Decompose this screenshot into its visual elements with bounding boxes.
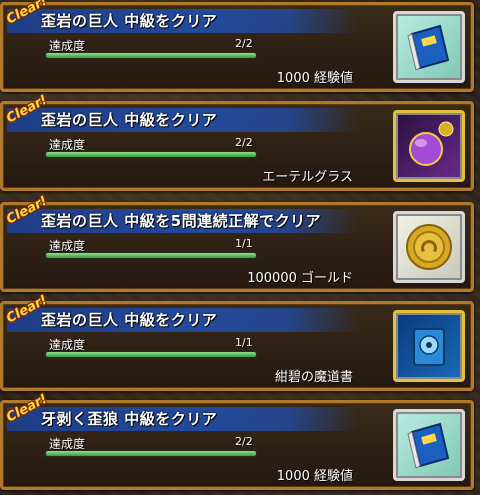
reward-label: 紺碧の魔道書: [274, 370, 353, 385]
progress-count: 2/2: [235, 37, 253, 50]
mission-title: 歪岩の巨人 中級をクリア: [41, 12, 218, 30]
progress-fill: [46, 253, 256, 258]
exp-book-icon[interactable]: [393, 11, 465, 83]
reward-label: 1000 経験値: [276, 71, 353, 86]
reward-label: 1000 経験値: [276, 469, 353, 484]
azure-grimoire-icon[interactable]: [393, 310, 465, 382]
mission-title: 牙剥く歪狼 中級をクリア: [41, 410, 218, 428]
mission-card[interactable]: 歪岩の巨人 中級を5問連続正解でクリア Clear! 達成度 1/1 10000…: [0, 194, 474, 292]
gold-coin-icon[interactable]: [393, 211, 465, 283]
reward-label: エーテルグラス: [262, 170, 353, 185]
reward-label: 100000 ゴールド: [247, 271, 353, 286]
mission-title: 歪岩の巨人 中級をクリア: [41, 111, 218, 129]
progress-bar: [45, 450, 257, 457]
mission-card[interactable]: 歪岩の巨人 中級をクリア Clear! 達成度 1/1 紺碧の魔道書: [0, 293, 474, 391]
exp-book-icon[interactable]: [393, 409, 465, 481]
mission-title: 歪岩の巨人 中級をクリア: [41, 311, 218, 329]
progress-bar: [45, 351, 257, 358]
progress-count: 2/2: [235, 136, 253, 149]
progress-count: 2/2: [235, 435, 253, 448]
mission-card[interactable]: 歪岩の巨人 中級をクリア Clear! 達成度 2/2 エーテルグラス: [0, 93, 474, 191]
progress-fill: [46, 53, 256, 58]
ether-glass-icon[interactable]: [393, 110, 465, 182]
progress-fill: [46, 451, 256, 456]
progress-bar: [45, 151, 257, 158]
progress-fill: [46, 352, 256, 357]
progress-bar: [45, 252, 257, 259]
progress-count: 1/1: [235, 237, 253, 250]
progress-fill: [46, 152, 256, 157]
mission-card[interactable]: 歪岩の巨人 中級をクリア Clear! 達成度 2/2 1000 経験値: [0, 0, 474, 92]
progress-bar: [45, 52, 257, 59]
progress-count: 1/1: [235, 336, 253, 349]
mission-title: 歪岩の巨人 中級を5問連続正解でクリア: [41, 212, 322, 230]
mission-card[interactable]: 牙剥く歪狼 中級をクリア Clear! 達成度 2/2 1000 経験値: [0, 392, 474, 490]
